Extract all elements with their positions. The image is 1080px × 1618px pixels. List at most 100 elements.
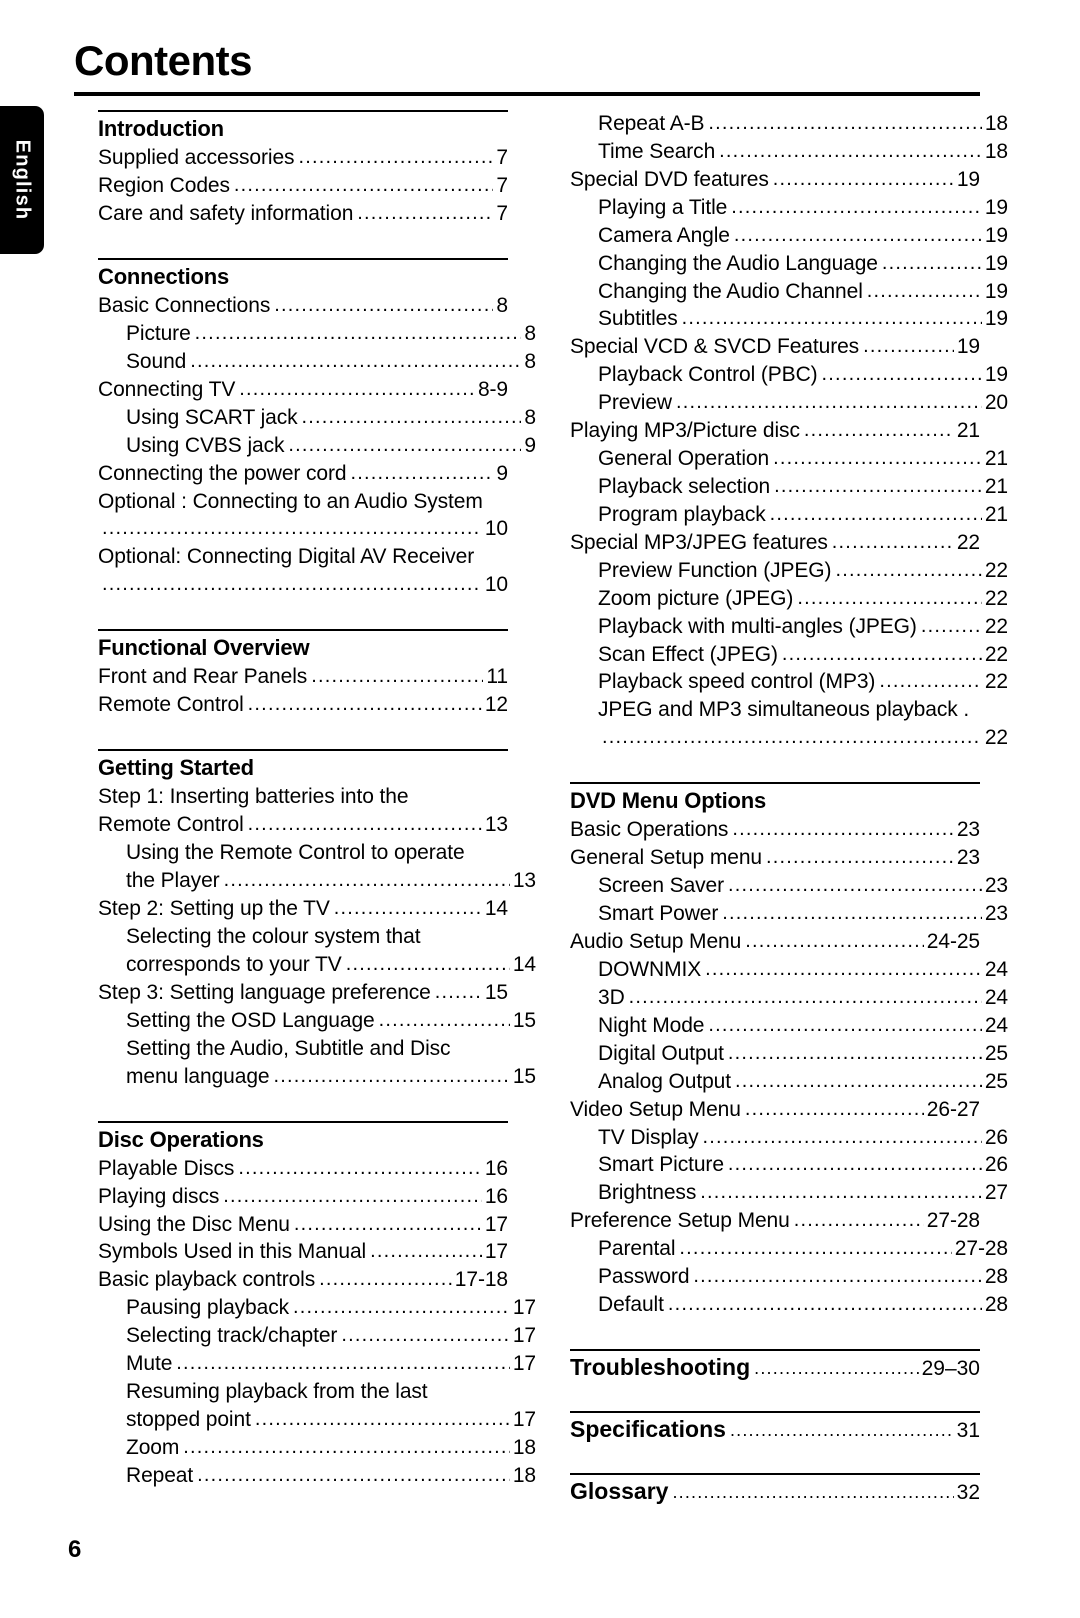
toc-entry-night-mode[interactable]: Night Mode..............................…	[570, 1012, 1008, 1040]
toc-entry-default[interactable]: Default.................................…	[570, 1291, 1008, 1319]
toc-entry-zoom-picture-jpeg[interactable]: Zoom picture (JPEG).....................…	[570, 585, 1008, 613]
toc-entry-remote-control[interactable]: Remote Control..........................…	[98, 691, 508, 719]
toc-entry-label: JPEG and MP3 simultaneous playback .	[598, 698, 970, 722]
toc-entry-page: 19	[956, 335, 980, 359]
toc-entry-troubleshooting[interactable]: Troubleshooting.........................…	[570, 1354, 980, 1381]
toc-entry-picture[interactable]: Picture.................................…	[98, 320, 536, 348]
toc-entry-time-search[interactable]: Time Search.............................…	[570, 138, 1008, 166]
toc-entry-page: 18	[512, 1463, 536, 1487]
toc-entry-pausing-playback[interactable]: Pausing playback........................…	[98, 1294, 536, 1322]
toc-entry-playback-selection[interactable]: Playback selection......................…	[570, 473, 1008, 501]
toc-entry-preference-setup-menu[interactable]: Preference Setup Menu...................…	[570, 1207, 980, 1235]
toc-entry-mute[interactable]: Mute....................................…	[98, 1350, 536, 1378]
toc-entry-label: Camera Angle	[598, 223, 730, 247]
toc-entry-selecting-the-colour-system-that-corresponds-to-[interactable]: Selecting the colour system that correspo…	[98, 923, 536, 979]
toc-entry-audio-setup-menu[interactable]: Audio Setup Menu........................…	[570, 928, 980, 956]
toc-entry-playing-mp3-picture-disc[interactable]: Playing MP3/Picture disc................…	[570, 417, 980, 445]
toc-entry-basic-playback-controls[interactable]: Basic playback controls.................…	[98, 1266, 508, 1294]
toc-entry-repeat-a-b[interactable]: Repeat A-B..............................…	[570, 110, 1008, 138]
toc-entry-step-2-setting-up-the-tv[interactable]: Step 2: Setting up the TV...............…	[98, 895, 508, 923]
toc-entry-program-playback[interactable]: Program playback........................…	[570, 501, 1008, 529]
toc-entry-optional-connecting-to-an-audio-system[interactable]: Optional : Connecting to an Audio System…	[98, 488, 508, 544]
toc-entry-analog-output[interactable]: Analog Output...........................…	[570, 1068, 1008, 1096]
toc-entry-playback-control-pbc[interactable]: Playback Control (PBC)..................…	[570, 361, 1008, 389]
toc-entry-optional-connecting-digital-av-receiver[interactable]: Optional: Connecting Digital AV Receiver…	[98, 543, 508, 599]
toc-entry-resuming-playback-from-the-last-stopped-point[interactable]: Resuming playback from the last stopped p…	[98, 1378, 536, 1434]
toc-entry-parental[interactable]: Parental................................…	[570, 1235, 1008, 1263]
toc-entry-setting-the-osd-language[interactable]: Setting the OSD Language................…	[98, 1007, 536, 1035]
toc-entry-using-the-disc-menu[interactable]: Using the Disc Menu.....................…	[98, 1211, 508, 1239]
toc-entry-connecting-tv[interactable]: Connecting TV...........................…	[98, 376, 508, 404]
toc-entry-using-the-remote-control-to-operate-the-player[interactable]: Using the Remote Control to operate the P…	[98, 839, 536, 895]
toc-entry-video-setup-menu[interactable]: Video Setup Menu........................…	[570, 1096, 980, 1124]
toc-entry-basic-operations[interactable]: Basic Operations........................…	[570, 816, 980, 844]
toc-entry-playing-a-title[interactable]: Playing a Title.........................…	[570, 194, 1008, 222]
toc-entry-step-3-setting-language-preference[interactable]: Step 3: Setting language preference.....…	[98, 979, 508, 1007]
toc-entry-page: 18	[984, 112, 1008, 135]
toc-entry-special-vcd-svcd-features[interactable]: Special VCD & SVCD Features.............…	[570, 333, 980, 361]
toc-entry-scan-effect-jpeg[interactable]: Scan Effect (JPEG)......................…	[570, 641, 1008, 669]
toc-entry-label: Using SCART jack	[126, 405, 298, 429]
toc-entry-label: Analog Output	[598, 1069, 731, 1093]
toc-entry-using-scart-jack[interactable]: Using SCART jack........................…	[98, 404, 536, 432]
toc-entry-selecting-track-chapter[interactable]: Selecting track/chapter.................…	[98, 1322, 536, 1350]
toc-section-dvd-menu-options: DVD Menu Options Basic Operations........…	[570, 782, 1008, 1319]
toc-entry-digital-output[interactable]: Digital Output..........................…	[570, 1040, 1008, 1068]
toc-entry-smart-picture[interactable]: Smart Picture...........................…	[570, 1151, 1008, 1179]
toc-leader-dots: ........................................…	[731, 195, 982, 218]
toc-entry-smart-power[interactable]: Smart Power.............................…	[570, 900, 1008, 928]
toc-entry-playback-with-multi-angles-jpeg[interactable]: Playback with multi-angles (JPEG).......…	[570, 613, 1008, 641]
toc-leader-dots: ........................................…	[274, 294, 493, 317]
toc-leader-dots: ........................................…	[238, 1156, 482, 1179]
toc-entry-screen-saver[interactable]: Screen Saver............................…	[570, 872, 1008, 900]
toc-entry-playback-speed-control-mp3[interactable]: Playback speed control (MP3)............…	[570, 668, 1008, 696]
section-heading: DVD Menu Options	[570, 788, 767, 814]
toc-entry-connecting-the-power-cord[interactable]: Connecting the power cord...............…	[98, 460, 508, 488]
toc-entry-special-mp3-jpeg-features[interactable]: Special MP3/JPEG features...............…	[570, 529, 980, 557]
toc-entry-region-codes[interactable]: Region Codes............................…	[98, 172, 508, 200]
toc-entry-symbols-used-in-this-manual[interactable]: Symbols Used in this Manual.............…	[98, 1238, 508, 1266]
toc-leader-dots: ........................................…	[378, 1008, 510, 1031]
toc-entry-page: 24	[984, 1013, 1008, 1037]
toc-entry-front-and-rear-panels[interactable]: Front and Rear Panels...................…	[98, 663, 508, 691]
section-heading: Connections	[98, 263, 230, 289]
toc-entry-care-and-safety-information[interactable]: Care and safety information.............…	[98, 200, 508, 228]
toc-entry-supplied-accessories[interactable]: Supplied accessories....................…	[98, 144, 508, 172]
toc-entry-preview[interactable]: Preview.................................…	[570, 389, 1008, 417]
toc-leader-dots: ........................................…	[728, 874, 982, 897]
section-heading: Glossary	[570, 1477, 669, 1504]
toc-entry-changing-the-audio-language[interactable]: Changing the Audio Language.............…	[570, 250, 1008, 278]
toc-entry-page: 17	[512, 1296, 536, 1320]
toc-entry-tv-display[interactable]: TV Display..............................…	[570, 1124, 1008, 1152]
toc-entry-preview-function-jpeg[interactable]: Preview Function (JPEG).................…	[570, 557, 1008, 585]
toc-entry-specifications[interactable]: Specifications..........................…	[570, 1416, 980, 1443]
toc-entry-brightness[interactable]: Brightness..............................…	[570, 1179, 1008, 1207]
toc-entry-label: Smart Picture	[598, 1153, 724, 1177]
toc-entry-playable-discs[interactable]: Playable Discs..........................…	[98, 1155, 508, 1183]
toc-entry-subtitles[interactable]: Subtitles...............................…	[570, 305, 1008, 333]
language-tab: English	[0, 106, 44, 254]
toc-entry-basic-connections[interactable]: Basic Connections.......................…	[98, 292, 508, 320]
toc-entry-setting-the-audio-subtitle-and-disc-menu-languag[interactable]: Setting the Audio, Subtitle and Disc menu…	[98, 1035, 536, 1091]
toc-entry-repeat[interactable]: Repeat..................................…	[98, 1462, 536, 1490]
toc-entry-glossary[interactable]: Glossary................................…	[570, 1478, 980, 1505]
toc-leader-dots: ........................................…	[700, 1181, 982, 1204]
toc-entry-special-dvd-features[interactable]: Special DVD features....................…	[570, 166, 980, 194]
toc-entry-playing-discs[interactable]: Playing discs...........................…	[98, 1183, 508, 1211]
toc-entry-using-cvbs-jack[interactable]: Using CVBS jack.........................…	[98, 432, 536, 460]
toc-entry-downmix[interactable]: DOWNMIX.................................…	[570, 956, 1008, 984]
toc-leader-dots: ........................................…	[298, 146, 493, 169]
toc-entry-3d[interactable]: 3D......................................…	[570, 984, 1008, 1012]
toc-leader-dots: ........................................…	[866, 279, 982, 302]
toc-entry-general-operation[interactable]: General Operation.......................…	[570, 445, 1008, 473]
toc-entry-general-setup-menu[interactable]: General Setup menu......................…	[570, 844, 980, 872]
toc-entry-jpeg-and-mp3-simultaneous-playback[interactable]: JPEG and MP3 simultaneous playback .....…	[570, 696, 1008, 752]
toc-leader-dots: ........................................…	[734, 1069, 982, 1092]
toc-entry-changing-the-audio-channel[interactable]: Changing the Audio Channel..............…	[570, 278, 1008, 306]
toc-entry-password[interactable]: Password................................…	[570, 1263, 1008, 1291]
toc-entry-step-1-inserting-batteries-into-the-remote-contr[interactable]: Step 1: Inserting batteries into the Remo…	[98, 783, 508, 839]
toc-entry-camera-angle[interactable]: Camera Angle............................…	[570, 222, 1008, 250]
toc-entry-page: 18	[984, 139, 1008, 163]
toc-entry-sound[interactable]: Sound...................................…	[98, 348, 536, 376]
toc-entry-zoom[interactable]: Zoom....................................…	[98, 1434, 536, 1462]
